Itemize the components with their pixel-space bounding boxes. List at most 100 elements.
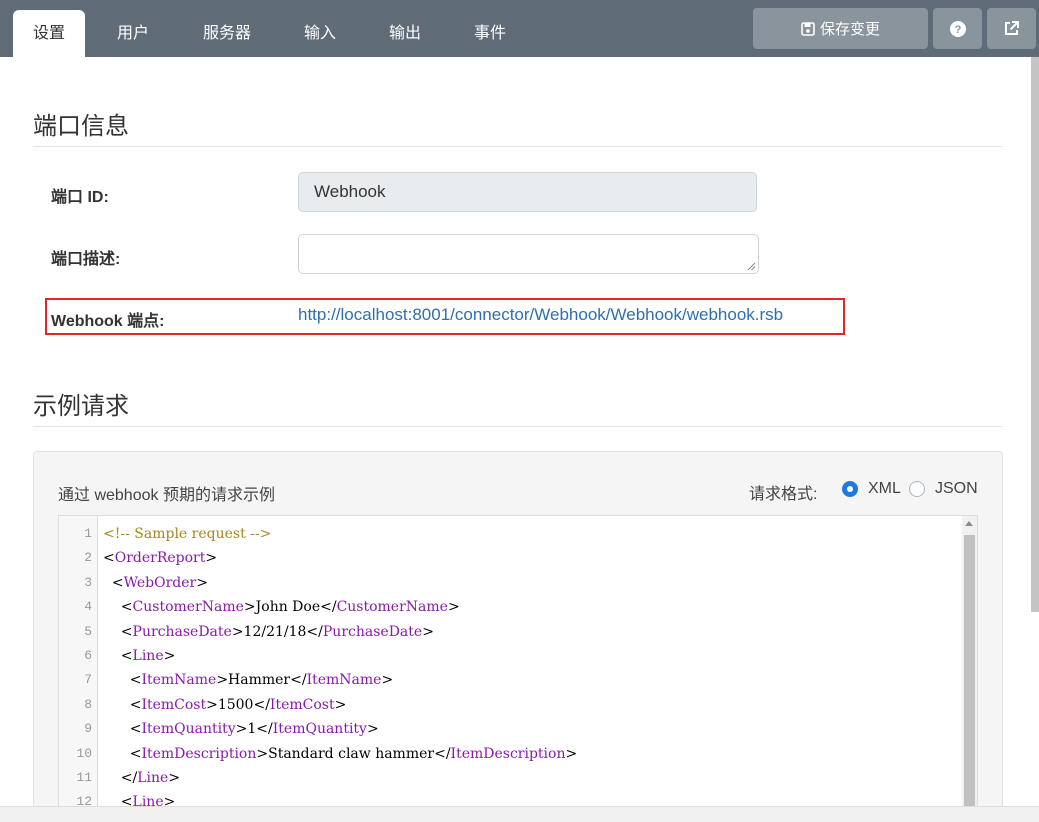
xml-tag-name: Line xyxy=(137,770,169,786)
xml-tag-name: ItemCost xyxy=(269,696,335,713)
code-line: 3 <WebOrder> xyxy=(59,571,959,595)
code-line: 11 </Line> xyxy=(59,766,959,790)
xml-text: < xyxy=(103,623,133,640)
xml-text: < xyxy=(103,672,142,689)
xml-text: >Standard claw hammer</ xyxy=(256,745,451,762)
line-number: 11 xyxy=(76,770,92,785)
xml-tag-name: ItemName xyxy=(141,672,217,689)
sample-request-title: 示例请求 xyxy=(33,393,129,420)
xml-text: < xyxy=(103,721,142,738)
xml-text: >1500</ xyxy=(206,696,270,713)
xml-text: >12/21/18</ xyxy=(231,623,323,640)
port-id-label: 端口 ID: xyxy=(51,189,109,206)
tab-users[interactable]: 用户 xyxy=(97,10,169,57)
code-text: <ItemName>Hammer</ItemName> xyxy=(103,668,394,692)
code-text: <ItemCost>1500</ItemCost> xyxy=(103,693,347,717)
xml-text: < xyxy=(103,550,115,567)
xml-tag-name: ItemCost xyxy=(141,696,207,713)
xml-text: > xyxy=(422,623,434,640)
xml-tag-name: ItemDescription xyxy=(141,745,257,762)
question-circle-icon: ? xyxy=(949,20,966,37)
xml-text: </ xyxy=(103,770,138,786)
code-text: </Line> xyxy=(103,766,180,790)
xml-tag-name: OrderReport xyxy=(114,550,206,567)
code-line: 7 <ItemName>Hammer</ItemName> xyxy=(59,668,959,692)
xml-tag-name: CustomerName xyxy=(336,599,448,616)
xml-text: > xyxy=(168,770,181,786)
format-xml-label[interactable]: XML xyxy=(868,480,901,498)
xml-text: > xyxy=(565,745,578,762)
xml-text: < xyxy=(103,696,142,713)
format-xml-radio[interactable] xyxy=(842,481,858,497)
horizontal-scrollbar[interactable] xyxy=(0,806,1039,822)
line-number: 2 xyxy=(84,550,92,566)
xml-text: > xyxy=(334,696,347,713)
code-line: 9 <ItemQuantity>1</ItemQuantity> xyxy=(59,717,959,741)
editor-scrollbar-thumb[interactable] xyxy=(964,535,975,814)
open-external-button[interactable] xyxy=(987,8,1036,49)
xml-text: < xyxy=(103,574,124,591)
save-changes-label: 保存变更 xyxy=(819,21,880,38)
line-number: 10 xyxy=(76,745,92,761)
xml-tag-name: PurchaseDate xyxy=(132,623,232,640)
code-line: 6 <Line> xyxy=(59,644,959,668)
scroll-up-arrow-icon[interactable] xyxy=(965,521,973,526)
code-line: 1 <!-- Sample request --> xyxy=(59,522,959,546)
line-number: 1 xyxy=(84,526,92,541)
page-scrollbar-thumb[interactable] xyxy=(1031,57,1039,612)
xml-tag-name: ItemQuantity xyxy=(272,721,367,738)
port-description-label: 端口描述: xyxy=(51,251,121,268)
tab-output[interactable]: 输出 xyxy=(370,10,440,57)
code-line: 5 <PurchaseDate>12/21/18</PurchaseDate> xyxy=(59,620,959,644)
save-changes-button[interactable]: 保存变更 xyxy=(753,8,928,49)
xml-tag-name: CustomerName xyxy=(132,599,244,616)
xml-text: < xyxy=(103,599,133,616)
request-format-label: 请求格式: xyxy=(749,486,818,503)
xml-text: > xyxy=(447,599,460,616)
format-json-radio[interactable] xyxy=(909,481,925,497)
format-json-label[interactable]: JSON xyxy=(935,480,978,498)
xml-tag-name: ItemQuantity xyxy=(141,721,236,738)
code-text: <ItemQuantity>1</ItemQuantity> xyxy=(103,717,379,741)
xml-text: > xyxy=(205,550,218,567)
help-button[interactable]: ? xyxy=(933,8,982,49)
tab-server[interactable]: 服务器 xyxy=(187,10,267,57)
code-text: <WebOrder> xyxy=(103,571,208,595)
xml-tag-name: WebOrder xyxy=(123,574,197,591)
code-editor[interactable]: 1 <!-- Sample request --> 2 <OrderReport> 3 … xyxy=(58,515,978,815)
resize-grip-icon[interactable] xyxy=(747,262,756,271)
line-number: 9 xyxy=(84,721,92,737)
top-nav-bar: 设置 用户 服务器 输入 输出 事件 保存变更 ? xyxy=(0,0,1039,57)
code-line: 10 <ItemDescription>Standard claw hammer… xyxy=(59,742,959,766)
port-description-textarea[interactable] xyxy=(298,234,759,274)
xml-tag-name: ItemDescription xyxy=(450,745,566,762)
sample-request-description: 通过 webhook 预期的请求示例 xyxy=(58,487,275,504)
tab-input[interactable]: 输入 xyxy=(285,10,355,57)
xml-text: > xyxy=(366,721,379,738)
xml-text: >John Doe</ xyxy=(243,599,337,616)
webhook-endpoint-link[interactable]: http://localhost:8001/connector/Webhook/… xyxy=(298,305,783,325)
tab-settings[interactable]: 设置 xyxy=(13,10,85,57)
code-text: <OrderReport> xyxy=(103,546,217,570)
xml-text: > xyxy=(163,648,176,664)
code-line: 8 <ItemCost>1500</ItemCost> xyxy=(59,693,959,717)
xml-text: < xyxy=(103,745,142,762)
xml-tag-name: ItemName xyxy=(306,672,382,689)
xml-tag-name: Line xyxy=(132,648,164,664)
divider xyxy=(33,426,1003,427)
tab-events[interactable]: 事件 xyxy=(455,10,525,57)
xml-text: >1</ xyxy=(235,721,273,738)
code-text: <!-- Sample request --> xyxy=(103,522,271,546)
line-number: 4 xyxy=(84,599,92,615)
code-line: 2 <OrderReport> xyxy=(59,546,959,570)
xml-text: >Hammer</ xyxy=(216,672,307,689)
xml-text: > xyxy=(381,672,394,689)
port-info-title: 端口信息 xyxy=(33,113,129,140)
code-text: <PurchaseDate>12/21/18</PurchaseDate> xyxy=(103,620,434,644)
floppy-disk-icon xyxy=(801,21,815,36)
port-id-field[interactable]: Webhook xyxy=(298,172,757,212)
code-line: 4 <CustomerName>John Doe</CustomerName> xyxy=(59,595,959,619)
code-text: <Line> xyxy=(103,644,176,668)
xml-text: < xyxy=(103,648,133,664)
xml-comment: <!-- Sample request --> xyxy=(103,526,272,542)
